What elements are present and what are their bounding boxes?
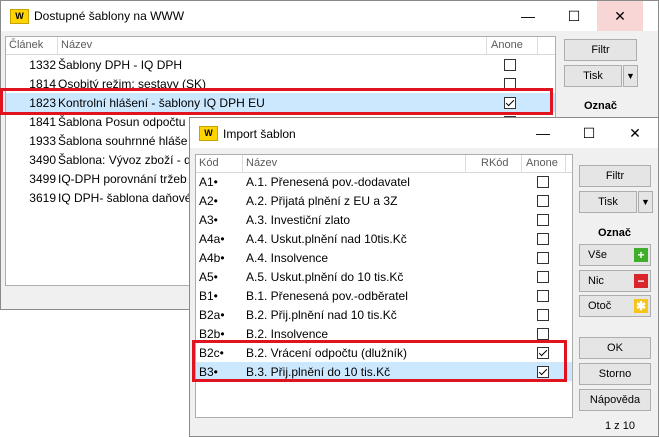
table-row[interactable]: A1• A.1. Přenesená pov.-dodavatel	[196, 172, 572, 191]
table-row[interactable]: A2• A.2. Přijatá plnění z EU a 3Z	[196, 191, 572, 210]
anone-checkbox[interactable]	[537, 309, 549, 321]
cell-nazev: A.1. Přenesená pov.-dodavatel	[246, 175, 410, 189]
storno-button[interactable]: Storno	[579, 363, 651, 385]
cell-nazev: A.5. Uskut.plnění do 10 tis.Kč	[246, 270, 404, 284]
cell-kod: A3•	[199, 213, 218, 227]
plus-icon: +	[634, 248, 648, 262]
cell-nazev: B.2. Insolvence	[246, 327, 329, 341]
anone-checkbox[interactable]	[537, 271, 549, 283]
oznac-label: Označ	[584, 100, 618, 112]
nic-button[interactable]: Nic −	[579, 270, 651, 292]
anone-checkbox[interactable]	[537, 195, 549, 207]
otoc-label: Otoč	[588, 300, 612, 312]
maximize-icon[interactable]: ☐	[566, 118, 612, 148]
close-icon[interactable]: ✕	[597, 1, 643, 31]
anone-checkbox[interactable]	[504, 59, 516, 71]
vse-label: Vše	[588, 249, 607, 261]
anone-checkbox[interactable]	[537, 328, 549, 340]
table-row[interactable]: A4b• A.4. Insolvence	[196, 248, 572, 267]
cell-kod: A2•	[199, 194, 218, 208]
cell-nazev: B.1. Přenesená pov.-odběratel	[246, 289, 408, 303]
tisk-button[interactable]: Tisk	[564, 65, 622, 87]
record-counter: 1 z 10	[605, 420, 635, 432]
maximize-icon[interactable]: ☐	[551, 1, 597, 31]
table-row[interactable]: A5• A.5. Uskut.plnění do 10 tis.Kč	[196, 267, 572, 286]
table-header: Kód Název RKód Anone	[196, 155, 572, 173]
table-row[interactable]: A3• A.3. Investiční zlato	[196, 210, 572, 229]
filtr-button[interactable]: Filtr	[579, 165, 651, 187]
window-title: Import šablon	[223, 127, 296, 141]
close-icon[interactable]: ✕	[612, 118, 658, 148]
cell-kod: A1•	[199, 175, 218, 189]
highlight-box	[0, 88, 553, 115]
col-nazev[interactable]: Název	[246, 157, 277, 169]
window-title: Dostupné šablony na WWW	[34, 9, 185, 23]
vse-button[interactable]: Vše +	[579, 244, 651, 266]
cell-kod: B2b•	[199, 327, 225, 341]
title-bar: W Import šablon — ☐ ✕	[190, 118, 658, 148]
anone-checkbox[interactable]	[537, 214, 549, 226]
cell-clanek: 1332	[29, 58, 56, 72]
cell-kod: B1•	[199, 289, 218, 303]
tisk-button[interactable]: Tisk	[579, 191, 637, 213]
app-logo-icon: W	[199, 126, 218, 141]
col-anone[interactable]: Anone	[526, 157, 558, 169]
cell-clanek: 3619	[29, 191, 56, 205]
col-clanek[interactable]: Článek	[9, 39, 43, 51]
cell-kod: A5•	[199, 270, 218, 284]
tisk-dropdown-icon[interactable]: ▼	[638, 191, 653, 213]
col-kod[interactable]: Kód	[199, 157, 219, 169]
app-logo-icon: W	[10, 9, 29, 24]
cell-kod: A4a•	[199, 232, 225, 246]
highlight-box	[192, 340, 567, 382]
table-row[interactable]: A4a• A.4. Uskut.plnění nad 10tis.Kč	[196, 229, 572, 248]
napoveda-button[interactable]: Nápověda	[579, 389, 651, 411]
minimize-icon[interactable]: —	[505, 1, 551, 31]
tisk-dropdown-icon[interactable]: ▼	[623, 65, 638, 87]
anone-checkbox[interactable]	[537, 252, 549, 264]
cell-nazev: A.2. Přijatá plnění z EU a 3Z	[246, 194, 398, 208]
oznac-label: Označ	[598, 227, 632, 239]
anone-checkbox[interactable]	[537, 176, 549, 188]
col-rkod[interactable]: RKód	[481, 157, 509, 169]
table-row[interactable]: B2a• B.2. Přij.plnění nad 10 tis.Kč	[196, 305, 572, 324]
anone-checkbox[interactable]	[537, 290, 549, 302]
table-header: Článek Název Anone	[6, 37, 555, 55]
cell-clanek: 1841	[29, 115, 56, 129]
title-bar: W Dostupné šablony na WWW — ☐ ✕	[1, 1, 658, 31]
invert-icon: ✱	[634, 299, 648, 313]
cell-nazev: A.3. Investiční zlato	[246, 213, 351, 227]
table-row[interactable]: 1332 Šablony DPH - IQ DPH	[6, 55, 555, 74]
otoc-button[interactable]: Otoč ✱	[579, 295, 651, 317]
cell-kod: B2a•	[199, 308, 225, 322]
cell-nazev: A.4. Insolvence	[246, 251, 329, 265]
cell-kod: A4b•	[199, 251, 225, 265]
cell-nazev: B.2. Přij.plnění nad 10 tis.Kč	[246, 308, 397, 322]
cell-clanek: 3490	[29, 153, 56, 167]
cell-clanek: 1933	[29, 134, 56, 148]
window-import-sablon: W Import šablon — ☐ ✕ Kód Název RKód Ano…	[189, 117, 659, 437]
ok-button[interactable]: OK	[579, 337, 651, 359]
minimize-icon[interactable]: —	[520, 118, 566, 148]
cell-nazev: Šablony DPH - IQ DPH	[58, 58, 183, 72]
filtr-button[interactable]: Filtr	[564, 39, 637, 61]
minus-icon: −	[634, 274, 648, 288]
anone-checkbox[interactable]	[537, 233, 549, 245]
col-nazev[interactable]: Název	[61, 39, 92, 51]
col-anone[interactable]: Anone	[491, 39, 523, 51]
table-row[interactable]: B1• B.1. Přenesená pov.-odběratel	[196, 286, 572, 305]
cell-clanek: 3499	[29, 172, 56, 186]
nic-label: Nic	[588, 275, 604, 287]
cell-nazev: A.4. Uskut.plnění nad 10tis.Kč	[246, 232, 407, 246]
